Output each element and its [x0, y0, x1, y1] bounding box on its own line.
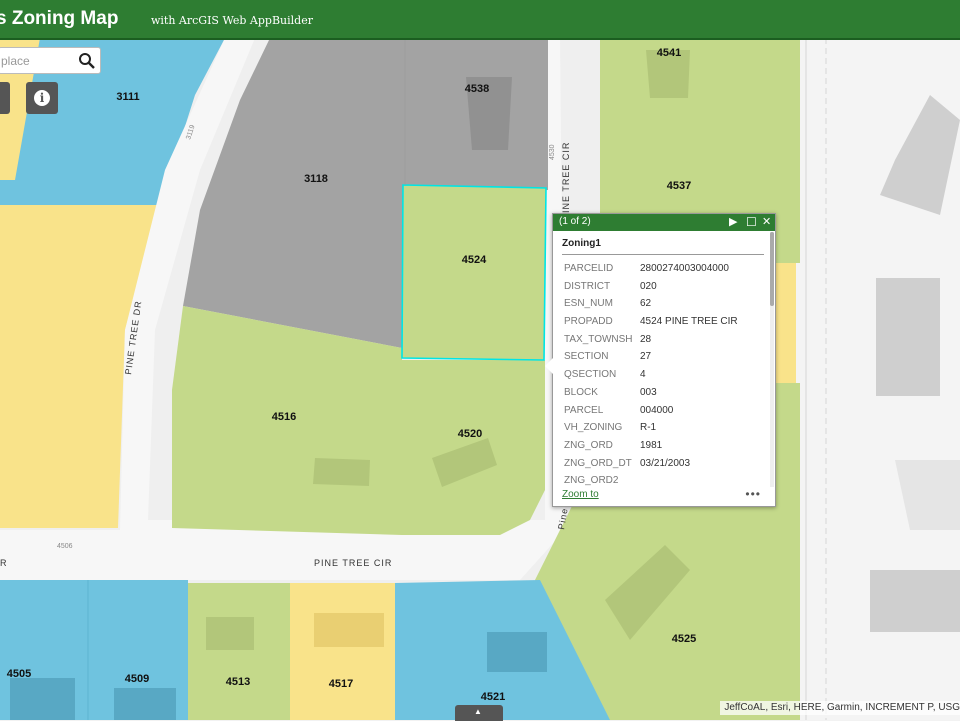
parcel-4517	[290, 583, 395, 720]
chevron-up-icon: ▲	[474, 707, 482, 716]
app-title: s Zoning Map	[0, 8, 119, 29]
attribute-key: ZNG_ORD_DT	[564, 457, 632, 469]
building	[876, 278, 940, 396]
building	[313, 458, 370, 486]
attribute-row: PARCEL 004000	[564, 403, 764, 421]
parcel-label: 4509	[125, 673, 149, 685]
search-input[interactable]	[1, 52, 73, 69]
parcel-label: 4517	[329, 678, 353, 690]
more-actions-icon[interactable]: •••	[745, 487, 761, 501]
building	[114, 688, 176, 720]
address-label: 4530	[549, 144, 556, 160]
attribute-key: PROPADD	[564, 316, 613, 328]
attribute-row: PROPADD 4524 PINE TREE CIR	[564, 314, 764, 332]
parcel-label: 4505	[7, 668, 31, 680]
parcel-label: 4537	[667, 180, 691, 192]
attribute-value: 28	[640, 333, 652, 345]
popup-title: Zoning1	[562, 238, 601, 249]
attribute-value: 4	[640, 369, 646, 381]
parcel-label: 4524	[462, 254, 487, 266]
search-widget	[0, 47, 101, 74]
attribute-key: PARCELID	[564, 263, 614, 274]
attribute-value: 1981	[640, 439, 663, 451]
parcel-label: 4521	[481, 691, 505, 703]
attribute-row: ZNG_ORD_DT 03/21/2003	[564, 456, 764, 474]
attribute-row: QSECTION 4	[564, 367, 764, 385]
attribute-key: VH_ZONING	[564, 422, 623, 434]
street-label: PINE TREE CIR	[561, 142, 571, 220]
info-icon: i	[34, 90, 50, 106]
street-label: PINE TREE CIR	[314, 558, 392, 568]
expand-panel-button[interactable]: ▲	[455, 705, 503, 721]
attribute-row: BLOCK 003	[564, 385, 764, 403]
next-feature-icon[interactable]: ▶	[729, 215, 737, 230]
popup-feature-count: (1 of 2)	[559, 216, 591, 227]
popup-scrollbar-thumb[interactable]	[770, 232, 774, 306]
attribute-key: ZNG_ORD	[564, 439, 613, 451]
attribute-value: 4524 PINE TREE CIR	[640, 316, 738, 328]
attribute-value: 27	[640, 351, 652, 363]
map-view[interactable]: 3111 4538 4541 3118 4537 4524 4516 4520 …	[0, 38, 960, 720]
search-icon[interactable]	[78, 52, 96, 70]
close-icon[interactable]: ✕	[762, 215, 771, 230]
building	[870, 570, 960, 632]
parcel-label: 4513	[226, 676, 250, 688]
parcel-label: 4520	[458, 428, 482, 440]
attribute-value: 03/21/2003	[640, 457, 691, 469]
address-label: 4506	[57, 543, 73, 550]
attribute-key: ESN_NUM	[564, 298, 613, 310]
parcel-label: 3118	[304, 173, 328, 185]
parcel-label: 4525	[672, 633, 696, 645]
attribute-value: R-1	[640, 422, 657, 434]
attribute-row: DISTRICT 020	[564, 279, 764, 297]
attribute-key: SECTION	[564, 351, 609, 363]
attribute-value: 62	[640, 298, 652, 310]
about-button[interactable]: i	[26, 82, 58, 114]
street-label: R	[0, 558, 8, 568]
attribute-value: 004000	[640, 404, 674, 416]
parcel-4524-selected	[401, 184, 547, 361]
parcel-label: 4541	[657, 47, 681, 59]
attribute-key: PARCEL	[564, 404, 604, 416]
map-attribution: JeffCoAL, Esri, HERE, Garmin, INCREMENT …	[720, 701, 960, 715]
app-subtitle: with ArcGIS Web AppBuilder	[151, 14, 313, 27]
popup-body[interactable]: Zoning1 PARCELID 2800274003004000 DISTRIC…	[553, 231, 775, 486]
parcel-label: 4538	[465, 83, 489, 95]
parcel-label: 3111	[116, 91, 139, 103]
attribute-key: DISTRICT	[564, 280, 611, 292]
attribute-row: TAX_TOWNSH 28	[564, 332, 764, 350]
attribute-row: ZNG_ORD2	[564, 473, 764, 486]
map-canvas[interactable]: 3111 4538 4541 3118 4537 4524 4516 4520 …	[0, 38, 960, 720]
maximize-icon[interactable]: ☐	[746, 215, 757, 230]
attribute-row: ZNG_ORD 1981	[564, 438, 764, 456]
attribute-value: 020	[640, 280, 657, 292]
building	[10, 678, 75, 720]
attribute-row: SECTION 27	[564, 349, 764, 367]
app-header: s Zoning Map with ArcGIS Web AppBuilder	[0, 0, 960, 40]
attribute-key: ZNG_ORD2	[564, 475, 619, 486]
parcel-label: 4516	[272, 411, 296, 423]
feature-popup: (1 of 2) ▶ ☐ ✕ Zoning1 PARCELID 280027400…	[552, 213, 776, 507]
toolbar-button[interactable]	[0, 82, 10, 114]
zoom-to-link[interactable]: Zoom to	[562, 489, 599, 500]
building	[314, 613, 384, 647]
building	[206, 617, 254, 650]
popup-pointer	[545, 358, 553, 374]
attribute-value: 003	[640, 386, 657, 398]
attribute-row: PARCELID 2800274003004000	[564, 261, 764, 279]
attribute-key: TAX_TOWNSH	[564, 333, 633, 345]
attribute-value: 2800274003004000	[640, 263, 729, 274]
attribute-row: ESN_NUM 62	[564, 296, 764, 314]
building	[487, 632, 547, 672]
parcel-4513	[188, 583, 290, 720]
attribute-key: QSECTION	[564, 369, 617, 381]
divider	[562, 254, 764, 255]
attribute-key: BLOCK	[564, 386, 598, 398]
popup-header: (1 of 2) ▶ ☐ ✕	[553, 214, 775, 231]
attribute-table: PARCELID 2800274003004000 DISTRICT 020 ESN…	[564, 261, 764, 486]
attribute-row: VH_ZONING R-1	[564, 420, 764, 438]
